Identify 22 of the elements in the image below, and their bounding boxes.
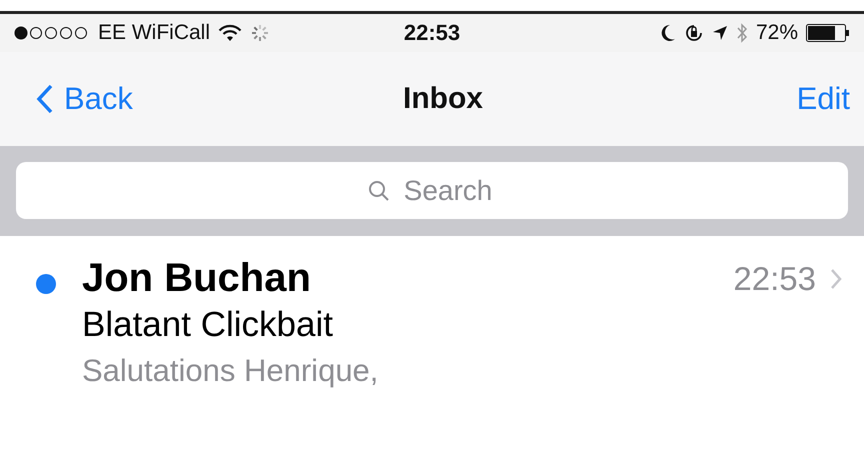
signal-icon	[14, 26, 90, 40]
bluetooth-icon	[736, 23, 748, 43]
search-field[interactable]: Search	[16, 162, 848, 219]
sender-name: Jon Buchan	[82, 256, 312, 301]
message-preview: Salutations Henrique,	[82, 353, 380, 389]
nav-title: Inbox	[403, 82, 483, 116]
search-icon	[368, 180, 390, 202]
location-arrow-icon	[712, 25, 728, 41]
message-subject: Blatant Clickbait	[82, 305, 334, 345]
chevron-right-icon	[830, 268, 842, 290]
back-button[interactable]: Back	[36, 81, 133, 117]
edit-button[interactable]: Edit	[796, 81, 850, 117]
battery-percentage: 72%	[756, 21, 798, 45]
chevron-left-icon	[36, 84, 54, 114]
carrier-name: EE WiFiCall	[98, 21, 210, 45]
message-time: 22:53	[733, 260, 816, 298]
wifi-icon	[218, 24, 242, 42]
status-time: 22:53	[404, 20, 460, 46]
activity-spinner-icon	[250, 23, 270, 43]
moon-icon	[660, 24, 676, 42]
battery-icon	[806, 24, 850, 42]
rotation-lock-icon	[684, 23, 704, 43]
